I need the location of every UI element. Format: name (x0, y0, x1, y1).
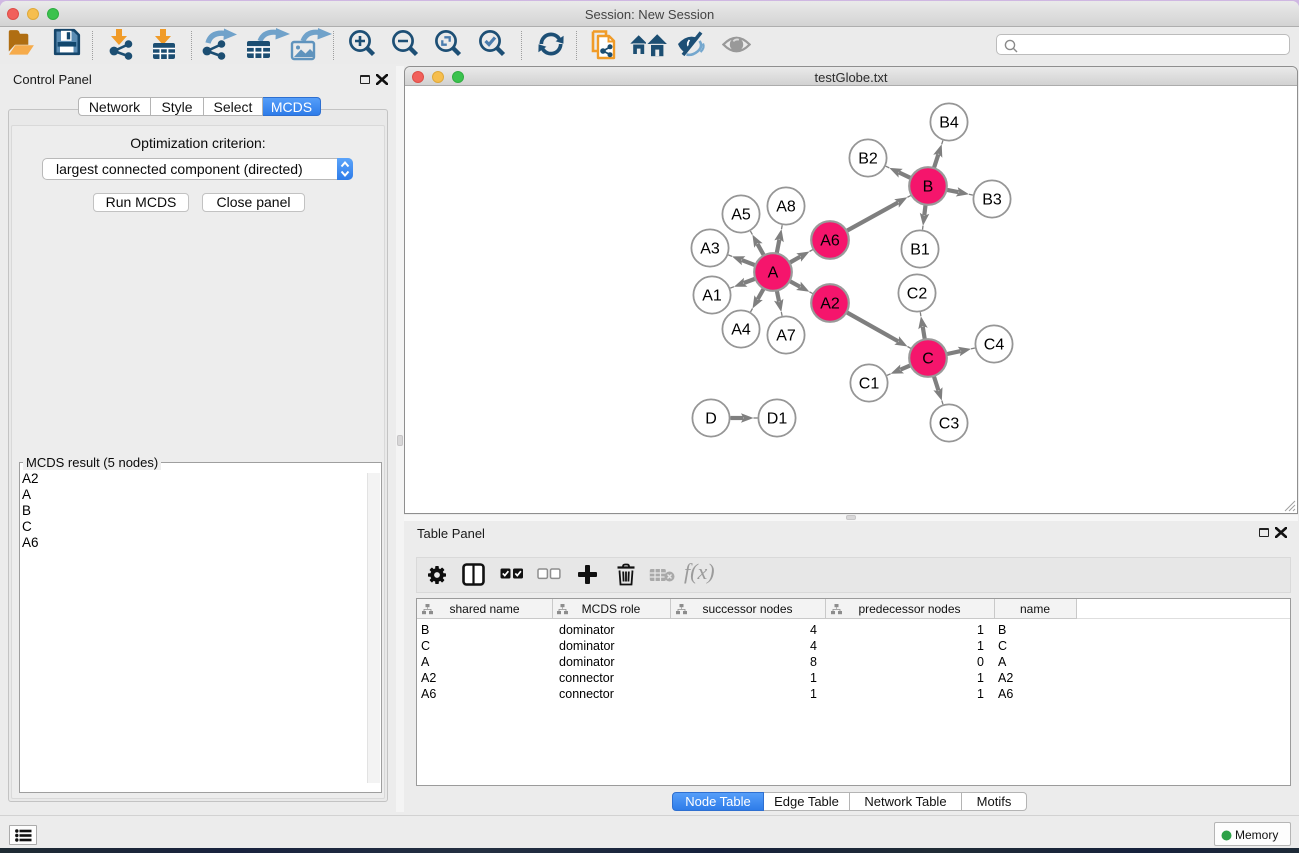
svg-text:C: C (922, 351, 934, 368)
svg-text:C1: C1 (859, 376, 880, 393)
svg-text:A1: A1 (702, 288, 722, 305)
svg-text:C2: C2 (907, 286, 928, 303)
svg-text:C4: C4 (984, 337, 1005, 354)
svg-text:B4: B4 (939, 115, 959, 132)
svg-text:A3: A3 (700, 241, 720, 258)
svg-text:A2: A2 (820, 296, 840, 313)
svg-text:D1: D1 (767, 411, 788, 428)
svg-text:A: A (768, 265, 779, 282)
svg-text:B: B (923, 179, 934, 196)
svg-text:A6: A6 (820, 233, 840, 250)
svg-text:A5: A5 (731, 207, 751, 224)
svg-text:B3: B3 (982, 192, 1002, 209)
svg-text:A8: A8 (776, 199, 796, 216)
svg-text:B2: B2 (858, 151, 878, 168)
svg-text:C3: C3 (939, 416, 960, 433)
svg-text:B1: B1 (910, 242, 930, 259)
svg-text:A4: A4 (731, 322, 751, 339)
svg-text:A7: A7 (776, 328, 796, 345)
svg-text:D: D (705, 411, 717, 428)
